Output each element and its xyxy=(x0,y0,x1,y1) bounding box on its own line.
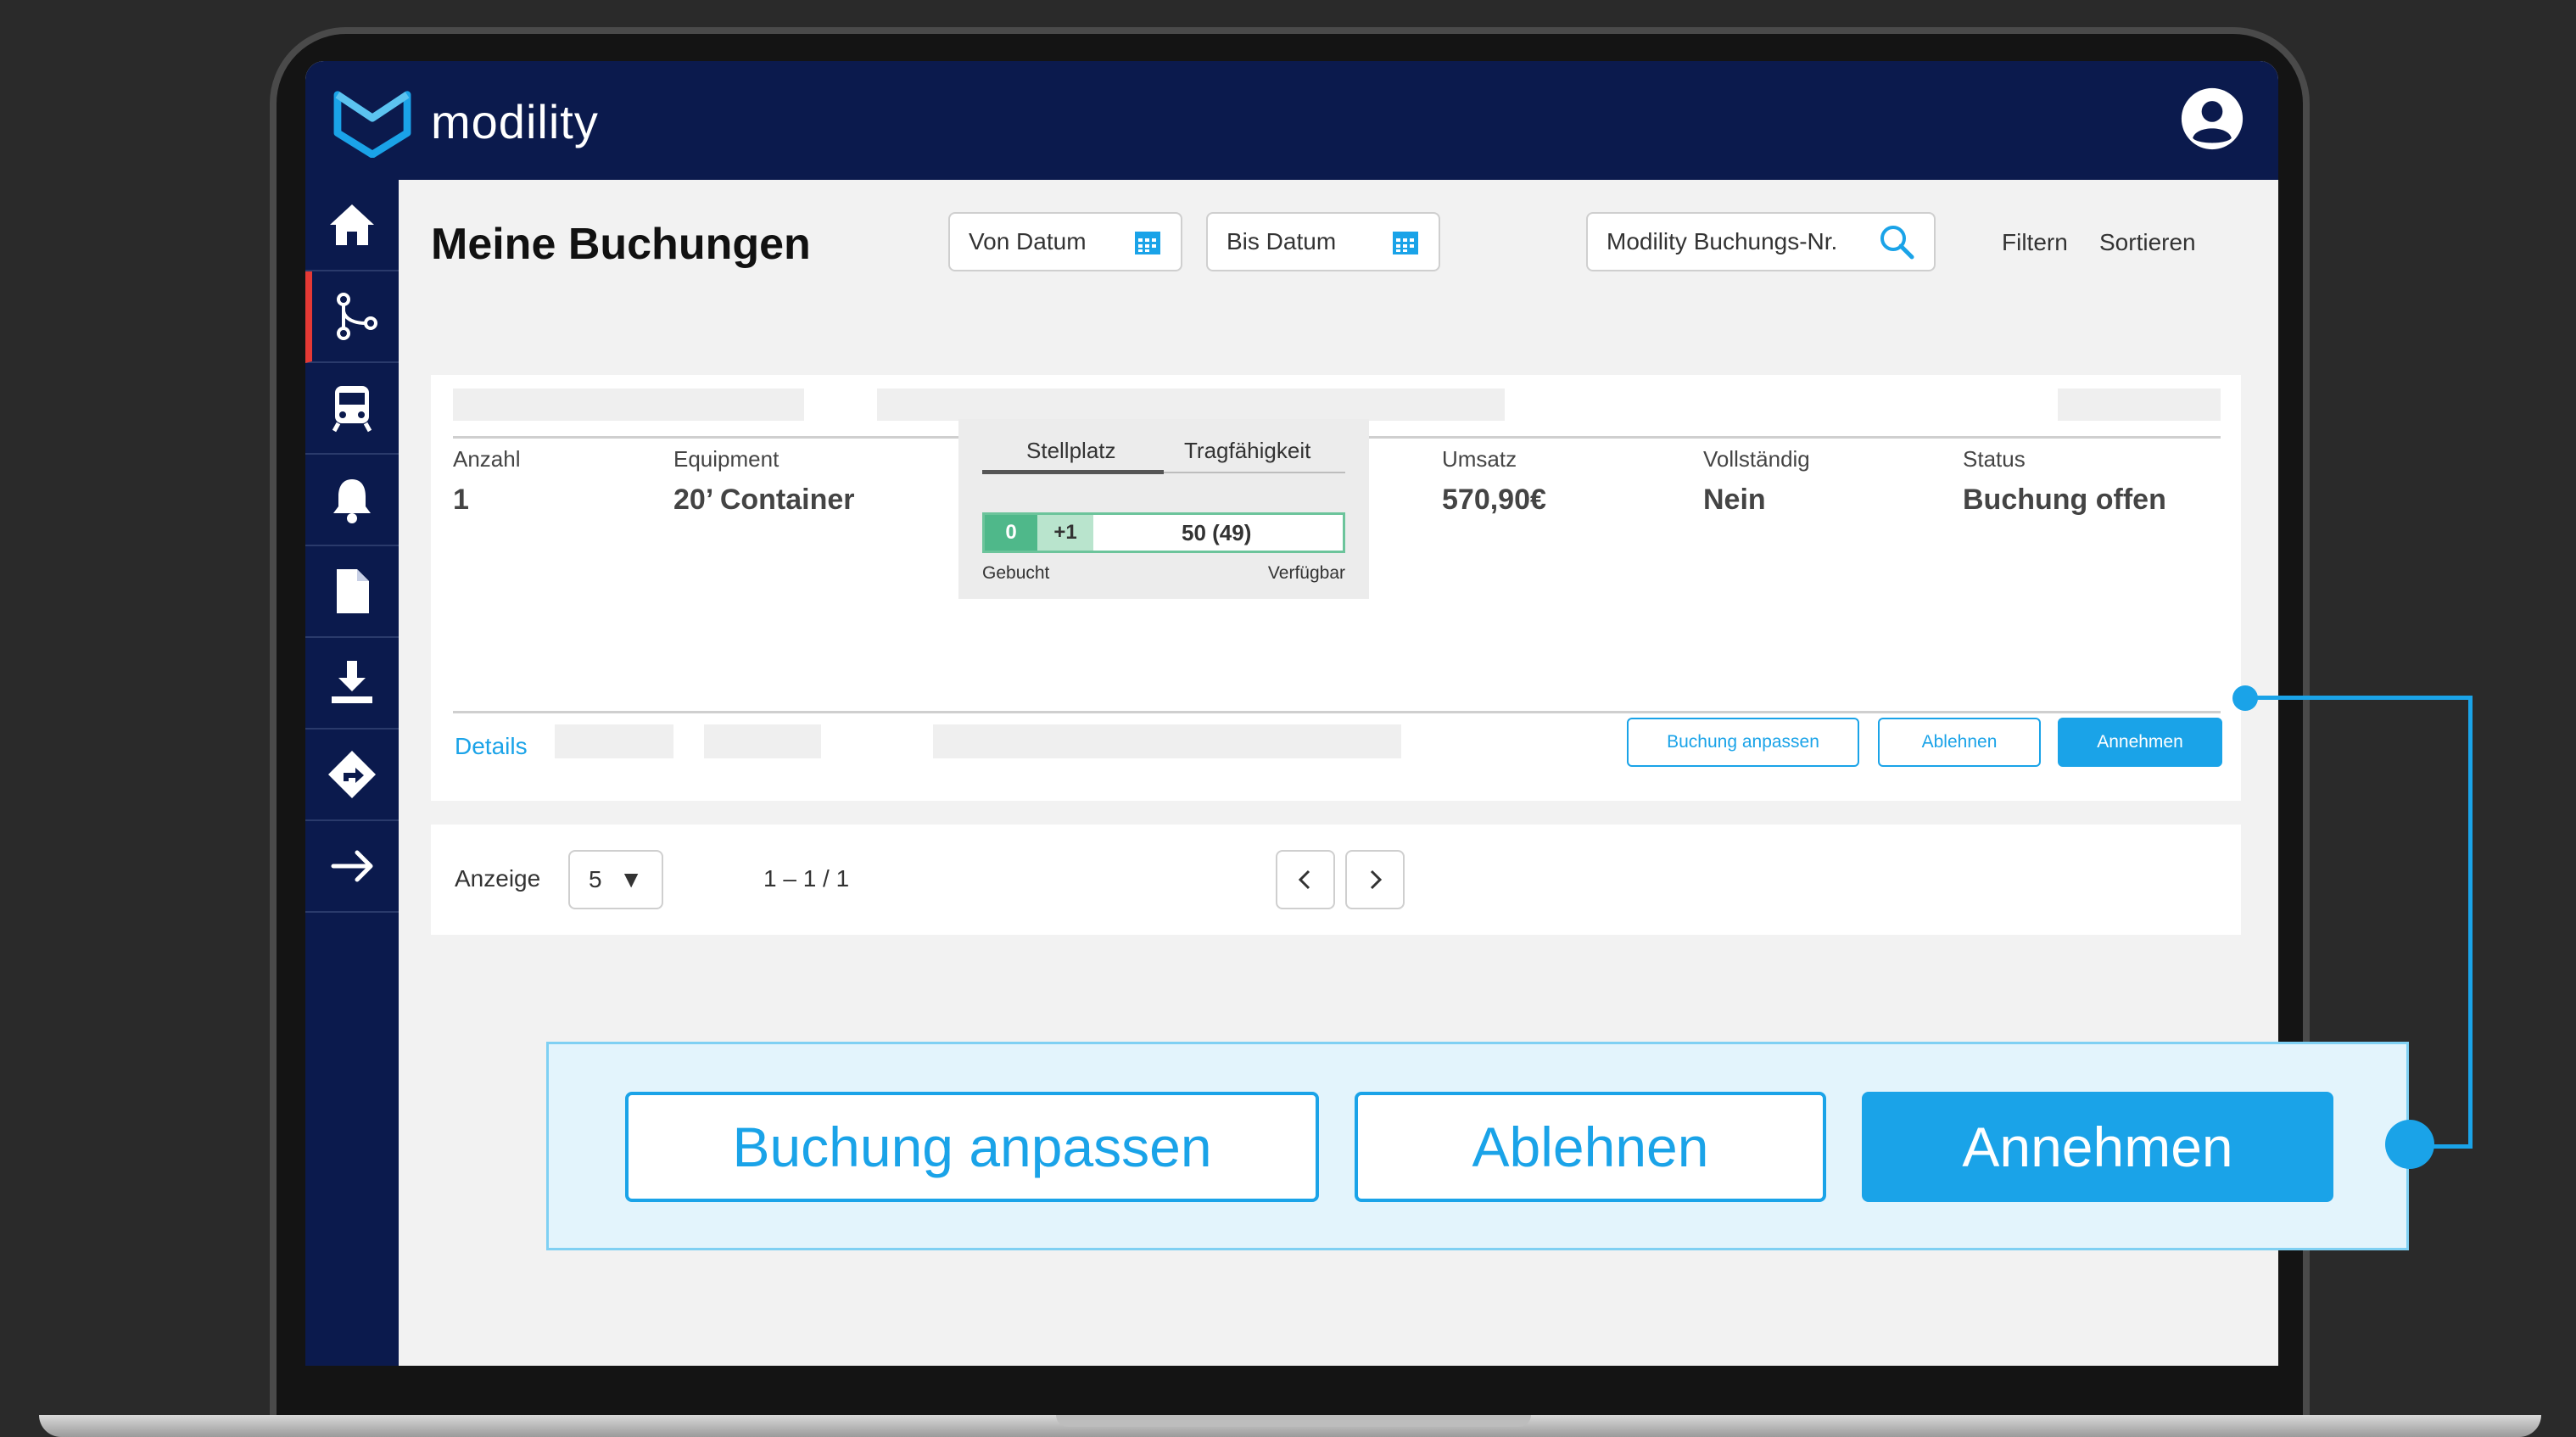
train-icon xyxy=(332,386,372,433)
placeholder-bar xyxy=(453,389,804,421)
equipment-value: 20’ Container xyxy=(673,484,855,516)
home-icon xyxy=(330,204,374,245)
download-icon xyxy=(332,661,372,703)
tab-active-indicator xyxy=(982,470,1164,474)
page-range: 1 – 1 / 1 xyxy=(763,865,850,892)
placeholder-bar xyxy=(933,724,1401,758)
previous-page-button[interactable] xyxy=(1276,850,1335,909)
page-size-label: Anzeige xyxy=(455,865,541,892)
callout-decline-button[interactable]: Ablehnen xyxy=(1355,1092,1826,1202)
revenue-label: Umsatz xyxy=(1442,446,1517,472)
equipment-label: Equipment xyxy=(673,446,780,472)
booked-label: Gebucht xyxy=(982,563,1050,583)
page-title: Meine Buchungen xyxy=(431,220,811,269)
capacity-panel: Stellplatz Tragfähigkeit 0 +1 50 (49) Ge… xyxy=(958,419,1369,599)
complete-value: Nein xyxy=(1703,484,1766,516)
connector-line xyxy=(2468,696,2473,1149)
sidebar-item-trains[interactable] xyxy=(305,363,399,455)
adjust-booking-button[interactable]: Buchung anpassen xyxy=(1627,718,1859,767)
bell-icon xyxy=(333,479,371,523)
laptop-notch xyxy=(1056,1415,1531,1427)
sidebar-item-home[interactable] xyxy=(305,180,399,271)
status-value: Buchung offen xyxy=(1963,484,2166,516)
connector-line xyxy=(2256,696,2472,700)
search-icon[interactable] xyxy=(1878,223,1915,260)
sort-link[interactable]: Sortieren xyxy=(2099,229,2196,256)
placeholder-bar xyxy=(704,724,821,758)
app-logo[interactable]: modility xyxy=(331,85,599,158)
available-label: Verfügbar xyxy=(1267,563,1345,583)
status-label: Status xyxy=(1963,446,2026,472)
connector-dot xyxy=(2232,685,2258,711)
complete-label: Vollständig xyxy=(1703,446,1810,472)
capacity-bar: 0 +1 50 (49) xyxy=(982,512,1345,553)
filter-link[interactable]: Filtern xyxy=(2002,229,2068,256)
to-date-field[interactable]: Bis Datum xyxy=(1206,212,1440,271)
divider xyxy=(453,711,2221,713)
zoom-callout: Buchung anpassen Ablehnen Annehmen xyxy=(546,1042,2409,1250)
page-size-select[interactable]: 5 ▼ xyxy=(568,850,663,909)
sidebar-item-routes[interactable] xyxy=(305,271,399,363)
top-bar: modility xyxy=(305,61,2278,180)
document-icon xyxy=(337,569,369,613)
caret-down-icon: ▼ xyxy=(619,866,643,892)
sidebar-item-logout[interactable] xyxy=(305,821,399,913)
sidebar-item-downloads[interactable] xyxy=(305,638,399,730)
placeholder-bar xyxy=(877,389,1505,421)
calendar-icon xyxy=(1135,232,1160,254)
next-page-button[interactable] xyxy=(1345,850,1405,909)
chevron-left-icon xyxy=(1298,869,1310,890)
booked-count: 0 xyxy=(985,515,1037,551)
quantity-value: 1 xyxy=(453,484,469,516)
app-name: modility xyxy=(431,94,599,148)
quantity-label: Anzahl xyxy=(453,446,521,472)
modility-logo-icon xyxy=(333,91,411,158)
booking-card: Anzahl 1 Equipment 20’ Container Stellpl… xyxy=(431,375,2241,801)
tab-parking-space[interactable]: Stellplatz xyxy=(1026,438,1116,464)
placeholder-bar xyxy=(2058,389,2221,421)
accept-button[interactable]: Annehmen xyxy=(2058,718,2222,767)
decline-button[interactable]: Ablehnen xyxy=(1878,718,2041,767)
details-link[interactable]: Details xyxy=(455,733,528,760)
sidebar-item-documents[interactable] xyxy=(305,546,399,638)
sidebar xyxy=(305,180,399,1366)
to-date-placeholder: Bis Datum xyxy=(1227,228,1337,254)
from-date-field[interactable]: Von Datum xyxy=(948,212,1182,271)
pagination-bar: Anzeige 5 ▼ 1 – 1 / 1 xyxy=(431,825,2241,935)
arrow-right-icon xyxy=(331,850,373,882)
callout-accept-button[interactable]: Annehmen xyxy=(1862,1092,2333,1202)
direction-icon xyxy=(328,751,376,798)
available-count: 50 (49) xyxy=(1182,519,1252,545)
page-size-value: 5 xyxy=(589,866,602,892)
added-count: +1 xyxy=(1037,515,1093,551)
sidebar-item-notifications[interactable] xyxy=(305,455,399,546)
calendar-icon xyxy=(1393,232,1418,254)
user-avatar-icon[interactable] xyxy=(2180,87,2244,151)
booking-number-search[interactable]: Modility Buchungs-Nr. xyxy=(1586,212,1936,271)
tab-load-capacity[interactable]: Tragfähigkeit xyxy=(1184,438,1310,464)
from-date-placeholder: Von Datum xyxy=(969,228,1087,254)
revenue-value: 570,90€ xyxy=(1442,484,1546,516)
route-icon xyxy=(337,293,377,340)
placeholder-bar xyxy=(555,724,673,758)
callout-connector-dot xyxy=(2385,1120,2434,1169)
callout-adjust-booking-button[interactable]: Buchung anpassen xyxy=(625,1092,1319,1202)
sidebar-item-directions[interactable] xyxy=(305,730,399,821)
chevron-right-icon xyxy=(1370,869,1383,890)
search-placeholder: Modility Buchungs-Nr. xyxy=(1607,228,1838,254)
